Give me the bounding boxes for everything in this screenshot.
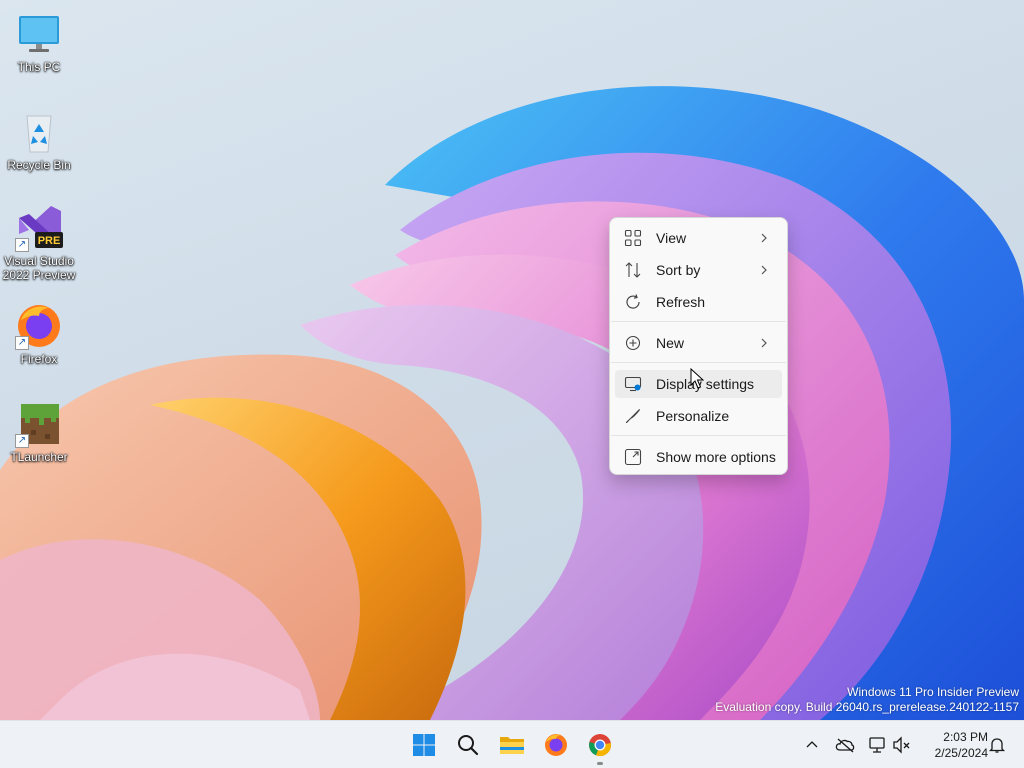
shortcut-arrow-icon: ↗ xyxy=(15,238,29,252)
desktop-icon-visual-studio[interactable]: PRE ↗ Visual Studio 2022 Preview xyxy=(0,204,78,282)
menu-item-label: Sort by xyxy=(656,262,701,278)
menu-item-label: Display settings xyxy=(656,376,755,392)
chevron-right-icon xyxy=(761,265,767,275)
menu-item-view[interactable]: View xyxy=(615,224,782,252)
brush-icon xyxy=(625,408,641,424)
refresh-icon xyxy=(626,294,640,309)
menu-separator xyxy=(611,362,786,363)
start-button[interactable] xyxy=(408,729,440,761)
shortcut-arrow-icon: ↗ xyxy=(15,434,29,448)
show-hidden-icons-button[interactable] xyxy=(800,733,824,757)
desktop[interactable]: This PC Recycle Bin PRE ↗ Visual Studio … xyxy=(0,0,1024,720)
onedrive-offline-icon xyxy=(835,738,855,753)
menu-item-personalize[interactable]: Personalize xyxy=(615,402,782,430)
desktop-icon-recycle-bin[interactable]: Recycle Bin xyxy=(0,108,78,172)
plus-circle-icon xyxy=(625,335,641,351)
taskbar-chrome[interactable] xyxy=(584,729,616,765)
network-icon xyxy=(869,737,885,753)
menu-separator xyxy=(611,435,786,436)
chevron-right-icon xyxy=(761,338,767,348)
file-explorer-icon xyxy=(500,737,524,754)
visual-studio-icon: PRE ↗ xyxy=(15,204,63,252)
evaluation-watermark: Windows 11 Pro Insider Preview Evaluatio… xyxy=(715,685,1019,715)
grid-icon xyxy=(624,229,642,247)
menu-item-label: Refresh xyxy=(656,294,706,310)
notifications-button[interactable] xyxy=(985,733,1009,757)
onedrive-tray-button[interactable] xyxy=(833,733,857,757)
taskbar-file-explorer[interactable] xyxy=(496,729,528,761)
menu-item-new[interactable]: New xyxy=(615,329,782,357)
desktop-icon-label: Recycle Bin xyxy=(7,158,71,172)
running-indicator xyxy=(597,762,603,765)
sort-icon xyxy=(625,262,641,278)
expand-icon xyxy=(624,448,642,466)
volume-tray-button[interactable] xyxy=(890,733,914,757)
mouse-cursor-icon xyxy=(690,368,704,389)
chrome-icon xyxy=(589,734,611,757)
menu-item-show-more-options[interactable]: Show more options xyxy=(615,443,782,471)
desktop-icon-this-pc[interactable]: This PC xyxy=(0,10,78,74)
menu-item-label: View xyxy=(656,230,687,246)
desktop-context-menu: View Sort by Refresh New Display setting… xyxy=(609,217,788,475)
menu-item-label: New xyxy=(656,335,685,351)
grass-block-icon: ↗ xyxy=(15,400,63,448)
taskbar-clock[interactable]: 2:03 PM 2/25/2024 xyxy=(918,729,988,761)
watermark-build: Evaluation copy. Build 26040.rs_prerelea… xyxy=(715,700,1019,714)
menu-item-refresh[interactable]: Refresh xyxy=(615,288,782,316)
volume-muted-icon xyxy=(893,736,910,754)
network-tray-button[interactable] xyxy=(865,733,889,757)
desktop-icon-label: Visual Studio 2022 Preview xyxy=(2,254,76,282)
search-icon xyxy=(458,735,479,756)
monitor-icon xyxy=(15,10,63,58)
desktop-icon-label: This PC xyxy=(17,60,61,74)
start-icon xyxy=(413,734,435,756)
desktop-icon-firefox[interactable]: ↗ Firefox xyxy=(0,302,78,366)
display-settings-icon xyxy=(624,376,642,392)
menu-item-label: Personalize xyxy=(656,408,730,424)
clock-date: 2/25/2024 xyxy=(934,746,988,760)
desktop-icon-label: Firefox xyxy=(20,352,58,366)
recycle-bin-icon xyxy=(15,108,63,156)
desktop-icon-label: TLauncher xyxy=(10,450,68,464)
menu-item-sort-by[interactable]: Sort by xyxy=(615,256,782,284)
taskbar: 2:03 PM 2/25/2024 xyxy=(0,720,1024,768)
search-button[interactable] xyxy=(452,729,484,761)
chevron-up-icon xyxy=(806,741,818,748)
taskbar-firefox[interactable] xyxy=(540,729,572,761)
clock-time: 2:03 PM xyxy=(943,730,988,744)
menu-separator xyxy=(611,321,786,322)
chevron-right-icon xyxy=(761,233,767,243)
shortcut-arrow-icon: ↗ xyxy=(15,336,29,350)
firefox-icon xyxy=(545,734,567,756)
menu-item-label: Show more options xyxy=(656,449,776,465)
pre-badge: PRE xyxy=(38,235,61,247)
wallpaper xyxy=(0,86,1024,720)
firefox-icon: ↗ xyxy=(15,302,63,350)
notifications-icon xyxy=(988,738,1006,753)
watermark-edition: Windows 11 Pro Insider Preview xyxy=(847,685,1019,699)
desktop-icon-tlauncher[interactable]: ↗ TLauncher xyxy=(0,400,78,464)
